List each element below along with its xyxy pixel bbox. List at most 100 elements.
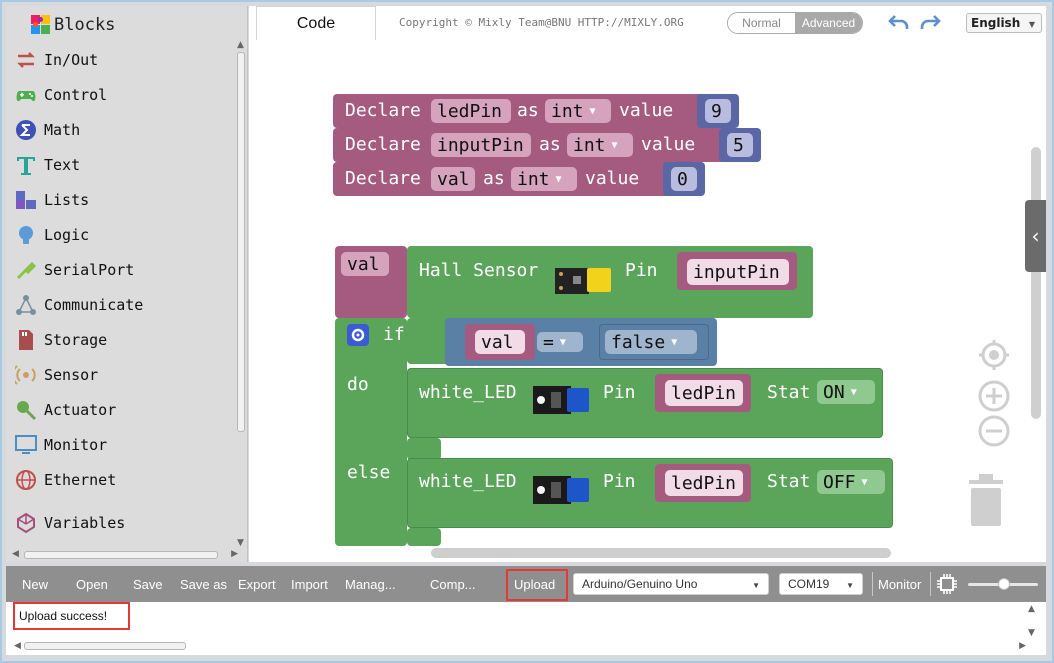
port-select[interactable]: COM19 ▼ [779,573,863,595]
type-dropdown[interactable]: int [511,167,577,191]
chip-icon[interactable] [936,573,958,595]
network-icon [14,293,38,317]
operator-dropdown[interactable]: = [537,332,583,353]
blocks-workspace[interactable]: Declare ledPin as int value 9 Declare in… [249,40,1046,562]
var-name-field[interactable]: val [431,167,475,191]
mode-advanced-button[interactable]: Advanced [795,13,862,33]
sidebar-item-actuator[interactable]: Actuator [14,395,236,425]
scroll-left-icon[interactable]: ◀ [12,549,19,559]
sidebar-item-sensor[interactable]: Sensor [14,360,236,390]
as-label: as [483,168,505,189]
sidebar-horizontal-scrollbar[interactable]: ◀ ▶ [12,548,238,562]
tab-code[interactable]: Code [256,6,376,40]
monitor-button[interactable]: Monitor [878,566,921,602]
trash-icon[interactable] [965,470,1007,528]
import-button[interactable]: Import [291,566,328,602]
copyright-text: Copyright © Mixly Team@BNU HTTP://MIXLY.… [399,16,684,29]
cond-var-field[interactable]: val [475,330,525,354]
led-pin-field[interactable]: ledPin [665,380,743,406]
if-else-block[interactable] [335,318,407,546]
assign-var-field[interactable]: val [341,252,389,276]
sidebar-scroll-thumb[interactable] [237,52,245,432]
new-button[interactable]: New [22,566,48,602]
scroll-right-icon[interactable]: ▶ [231,549,238,559]
sidebar-item-inout[interactable]: In/Out [14,45,236,75]
code-panel-toggle[interactable]: ‹ [1025,200,1046,272]
save-button[interactable]: Save [133,566,163,602]
compile-button[interactable]: Comp... [430,566,476,602]
value-label: value [585,168,640,189]
chevron-down-icon: ▼ [752,581,760,590]
upload-highlight-box [506,569,568,601]
scroll-left-icon[interactable]: ◀ [14,641,21,651]
sidebar-item-storage[interactable]: Storage [14,325,236,355]
arrows-icon [14,48,38,72]
sd-card-icon [14,328,38,352]
sidebar-vertical-scrollbar[interactable]: ▲ ▼ [236,40,246,548]
number-field[interactable]: 0 [671,167,697,191]
as-label: as [539,134,561,155]
sidebar-item-serialport[interactable]: SerialPort [14,255,236,285]
stat-dropdown[interactable]: OFF [817,470,885,494]
led-module-icon [533,386,589,414]
output-horizontal-scrollbar[interactable]: ◀ ▶ [14,640,1026,652]
redo-icon[interactable] [918,10,942,34]
type-dropdown[interactable]: int [567,133,633,157]
mode-normal-button[interactable]: Normal [728,13,795,33]
workspace-horizontal-scrollbar[interactable] [431,548,891,558]
workspace-vertical-scrollbar[interactable] [1031,147,1041,419]
led-pin-field[interactable]: ledPin [665,470,743,496]
number-field[interactable]: 9 [705,99,731,123]
sidebar-item-control[interactable]: Control [14,80,236,110]
output-message: Upload success! [13,602,130,630]
bool-dropdown[interactable]: false [605,330,697,354]
recenter-icon[interactable] [977,338,1011,372]
sidebar-item-communicate[interactable]: Communicate [14,290,236,320]
type-dropdown[interactable]: int [545,99,611,123]
sidebar-item-lists[interactable]: Lists [14,185,236,215]
board-select[interactable]: Arduino/Genuino Uno ▼ [573,573,769,595]
toolbar-divider [930,572,931,596]
pin-var-field[interactable]: inputPin [687,259,789,285]
sidebar-item-variables[interactable]: Variables [14,508,236,538]
sidebar-item-ethernet[interactable]: Ethernet [14,465,236,495]
var-name-field[interactable]: inputPin [431,133,531,157]
chevron-down-icon: ▼ [1028,20,1035,29]
scroll-right-icon[interactable]: ▶ [1019,641,1026,651]
math-icon [14,118,38,142]
undo-icon[interactable] [887,10,911,34]
blocks-sidebar: Blocks In/Out Control Math Text Lists Lo… [6,6,248,562]
value-label: value [641,134,696,155]
scroll-down-icon[interactable]: ▼ [237,538,244,548]
zoom-slider-thumb[interactable] [998,578,1010,590]
led-block-on[interactable] [407,368,883,438]
mode-toggle[interactable]: Normal Advanced [727,12,863,34]
globe-icon [14,468,38,492]
language-select[interactable]: English ▼ [966,13,1042,33]
scroll-up-icon[interactable]: ▲ [237,40,244,50]
sidebar-item-logic[interactable]: Logic [14,220,236,250]
save-as-button[interactable]: Save as [180,566,227,602]
zoom-out-icon[interactable] [977,414,1011,448]
output-scroll-thumb[interactable] [24,642,186,650]
zoom-in-icon[interactable] [977,379,1011,413]
do-footer [407,438,441,460]
output-vertical-scrollbar[interactable]: ▲ ▼ [1028,604,1038,638]
scroll-up-icon[interactable]: ▲ [1028,604,1035,614]
sidebar-item-monitor[interactable]: Monitor [14,430,236,460]
number-field[interactable]: 5 [727,133,753,157]
pin-label: Pin [603,471,636,492]
led-label: white_LED [419,382,517,403]
gear-icon[interactable] [347,324,369,346]
sidebar-hscroll-thumb[interactable] [24,551,218,559]
open-button[interactable]: Open [76,566,108,602]
scroll-down-icon[interactable]: ▼ [1028,628,1035,638]
manage-button[interactable]: Manag... [345,566,396,602]
sidebar-item-math[interactable]: Math [14,115,236,145]
sidebar-title: Blocks [30,10,115,40]
var-name-field[interactable]: ledPin [431,99,511,123]
stat-dropdown[interactable]: ON [817,380,875,404]
export-button[interactable]: Export [238,566,276,602]
sidebar-item-text[interactable]: Text [14,150,236,180]
bottom-toolbar: New Open Save Save as Export Import Mana… [6,566,1046,602]
